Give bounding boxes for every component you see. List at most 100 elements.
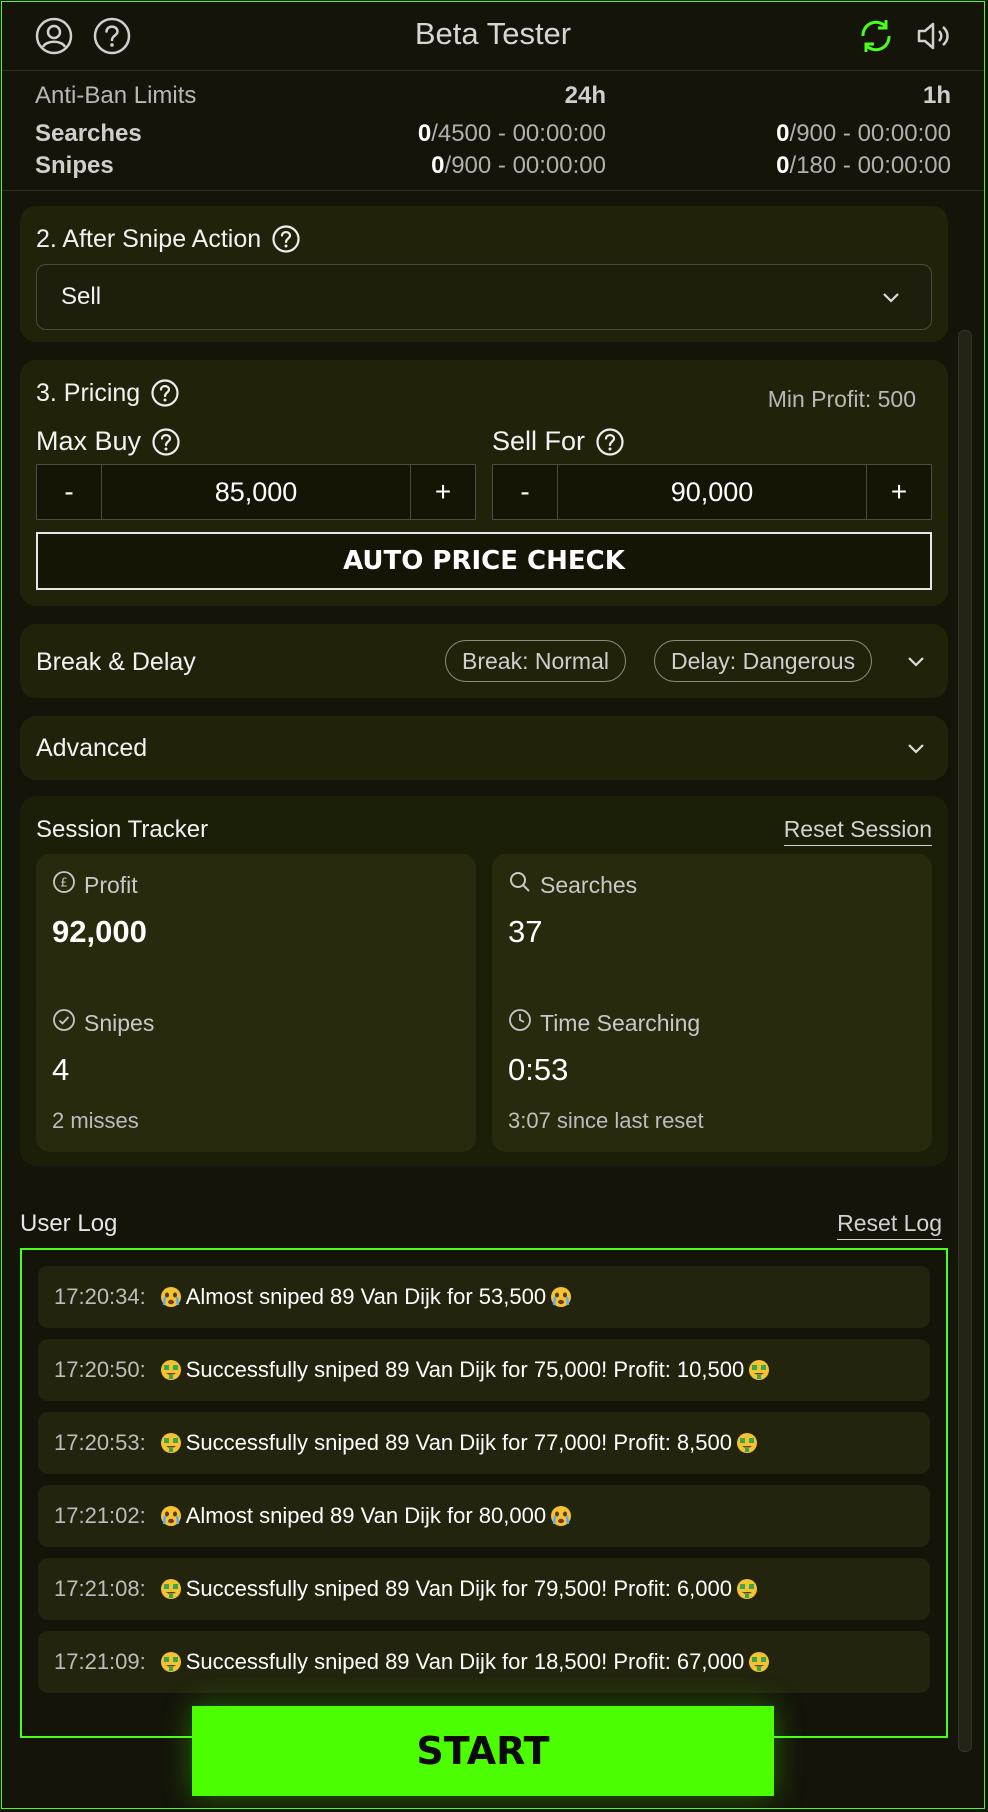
log-entry: 17:21:02: Almost sniped 89 Van Dijk for … <box>38 1485 930 1547</box>
break-pill: Break: Normal <box>445 640 626 682</box>
money-face-icon <box>160 1359 182 1381</box>
clock-icon <box>508 1008 532 1038</box>
max-buy-label: Max Buy <box>36 426 142 456</box>
session-tracker-panel: Session Tracker Reset Session £ Profit 9… <box>20 796 948 1166</box>
stat-snipes: Snipes 4 2 misses <box>36 992 476 1152</box>
app-window: Beta Tester Anti-Ban Limits 24h 1h Searc… <box>1 1 985 1809</box>
col-1h: 1h <box>922 82 951 109</box>
money-face-icon <box>748 1359 770 1381</box>
max-buy-input[interactable]: 85,000 <box>102 465 410 519</box>
after-snipe-select[interactable]: Sell <box>36 264 932 330</box>
refresh-icon[interactable] <box>856 16 896 56</box>
sell-for-increment-button[interactable]: + <box>866 465 931 519</box>
sell-for-input[interactable]: 90,000 <box>558 465 866 519</box>
stat-sub: 2 misses <box>52 1108 139 1133</box>
max-buy-decrement-button[interactable]: - <box>37 465 102 519</box>
log-entry: 17:21:08: Successfully sniped 89 Van Dij… <box>38 1558 930 1620</box>
money-face-icon <box>736 1432 758 1454</box>
search-icon <box>508 870 532 900</box>
after-snipe-panel: 2. After Snipe Action Sell <box>20 206 948 342</box>
auto-price-check-button[interactable]: AUTO PRICE CHECK <box>36 532 932 590</box>
log-time: 17:20:53: <box>54 1430 146 1455</box>
limit-1h-value: 0/180 - 00:00:00 <box>776 152 951 179</box>
log-text: Almost sniped 89 Van Dijk for 53,500 <box>185 1284 547 1309</box>
max-buy-stepper: - 85,000 + <box>36 464 476 520</box>
page-title: Beta Tester <box>414 16 572 51</box>
after-snipe-title: 2. After Snipe Action <box>36 224 262 253</box>
limit-row-snipes: Snipes 0/900 - 00:00:00 0/180 - 00:00:00 <box>35 152 951 184</box>
help-icon[interactable] <box>595 427 625 457</box>
break-delay-title: Break & Delay <box>36 648 196 676</box>
start-button[interactable]: START <box>192 1706 774 1796</box>
limit-row-searches: Searches 0/4500 - 00:00:00 0/900 - 00:00… <box>35 120 951 152</box>
sell-for-decrement-button[interactable]: - <box>493 465 558 519</box>
stat-label: Profit <box>84 871 138 898</box>
chevron-down-icon[interactable] <box>904 649 928 673</box>
session-title: Session Tracker <box>36 816 209 843</box>
chevron-down-icon[interactable] <box>904 736 928 760</box>
limits-title: Anti-Ban Limits <box>35 82 197 109</box>
break-delay-panel[interactable]: Break & Delay Break: Normal Delay: Dange… <box>20 624 948 698</box>
limit-1h-value: 0/900 - 00:00:00 <box>776 120 951 147</box>
help-icon[interactable] <box>150 378 180 408</box>
user-log[interactable]: 17:20:34: Almost sniped 89 Van Dijk for … <box>20 1248 948 1738</box>
log-text: Successfully sniped 89 Van Dijk for 75,0… <box>185 1357 745 1382</box>
log-entry: 17:20:50: Successfully sniped 89 Van Dij… <box>38 1339 930 1401</box>
money-face-icon <box>160 1578 182 1600</box>
log-text: Successfully sniped 89 Van Dijk for 77,0… <box>185 1430 732 1455</box>
log-time: 17:20:50: <box>54 1357 146 1382</box>
log-text: Almost sniped 89 Van Dijk for 80,000 <box>185 1503 547 1528</box>
select-value: Sell <box>61 283 102 310</box>
limit-24h-value: 0/4500 - 00:00:00 <box>417 120 606 147</box>
crying-face-icon <box>160 1286 182 1308</box>
advanced-panel[interactable]: Advanced <box>20 716 948 780</box>
stat-label: Time Searching <box>540 1009 701 1036</box>
crying-face-icon <box>550 1505 572 1527</box>
log-time: 17:21:09: <box>54 1649 146 1674</box>
log-time: 17:20:34: <box>54 1284 146 1309</box>
max-buy-increment-button[interactable]: + <box>410 465 475 519</box>
money-face-icon <box>160 1432 182 1454</box>
reset-log-link[interactable]: Reset Log <box>837 1210 942 1240</box>
pricing-title: 3. Pricing <box>36 378 141 407</box>
log-text: Successfully sniped 89 Van Dijk for 79,5… <box>185 1576 732 1601</box>
log-entry: 17:20:53: Successfully sniped 89 Van Dij… <box>38 1412 930 1474</box>
stat-value: 92,000 <box>52 914 147 949</box>
log-time: 17:21:02: <box>54 1503 146 1528</box>
user-log-title: User Log <box>20 1210 118 1237</box>
check-circle-icon <box>52 1008 76 1038</box>
col-24h: 24h <box>564 82 606 109</box>
stat-time-searching: Time Searching 0:53 3:07 since last rese… <box>492 992 932 1152</box>
advanced-title: Advanced <box>36 734 148 762</box>
limit-label: Snipes <box>35 152 114 179</box>
log-entry: 17:21:09: Successfully sniped 89 Van Dij… <box>38 1631 930 1693</box>
stat-profit: £ Profit 92,000 <box>36 854 476 1014</box>
crying-face-icon <box>550 1286 572 1308</box>
money-face-icon <box>160 1651 182 1673</box>
reset-session-link[interactable]: Reset Session <box>783 816 932 846</box>
money-face-icon <box>748 1651 770 1673</box>
header: Beta Tester <box>2 2 984 71</box>
limit-label: Searches <box>35 120 142 147</box>
sell-for-label: Sell For <box>492 426 586 456</box>
delay-pill: Delay: Dangerous <box>654 640 873 682</box>
stat-sub: 3:07 since last reset <box>508 1108 704 1133</box>
help-icon[interactable] <box>271 224 301 254</box>
anti-ban-limits: Anti-Ban Limits 24h 1h Searches 0/4500 -… <box>2 70 984 191</box>
limit-24h-value: 0/900 - 00:00:00 <box>431 152 606 179</box>
scrollbar[interactable] <box>958 330 972 1752</box>
pricing-panel: 3. Pricing Min Profit: 500 Max Buy Sell … <box>20 360 948 606</box>
stat-label: Searches <box>540 871 638 898</box>
help-icon[interactable] <box>151 427 181 457</box>
sell-for-stepper: - 90,000 + <box>492 464 932 520</box>
money-face-icon <box>736 1578 758 1600</box>
speaker-icon[interactable] <box>914 16 954 56</box>
stat-value: 0:53 <box>508 1052 569 1087</box>
stat-label: Snipes <box>84 1009 155 1036</box>
log-entry: 17:20:34: Almost sniped 89 Van Dijk for … <box>38 1266 930 1328</box>
chevron-down-icon <box>879 285 903 309</box>
stat-value: 37 <box>508 914 543 949</box>
stat-value: 4 <box>52 1052 70 1087</box>
crying-face-icon <box>160 1505 182 1527</box>
log-text: Successfully sniped 89 Van Dijk for 18,5… <box>185 1649 745 1674</box>
